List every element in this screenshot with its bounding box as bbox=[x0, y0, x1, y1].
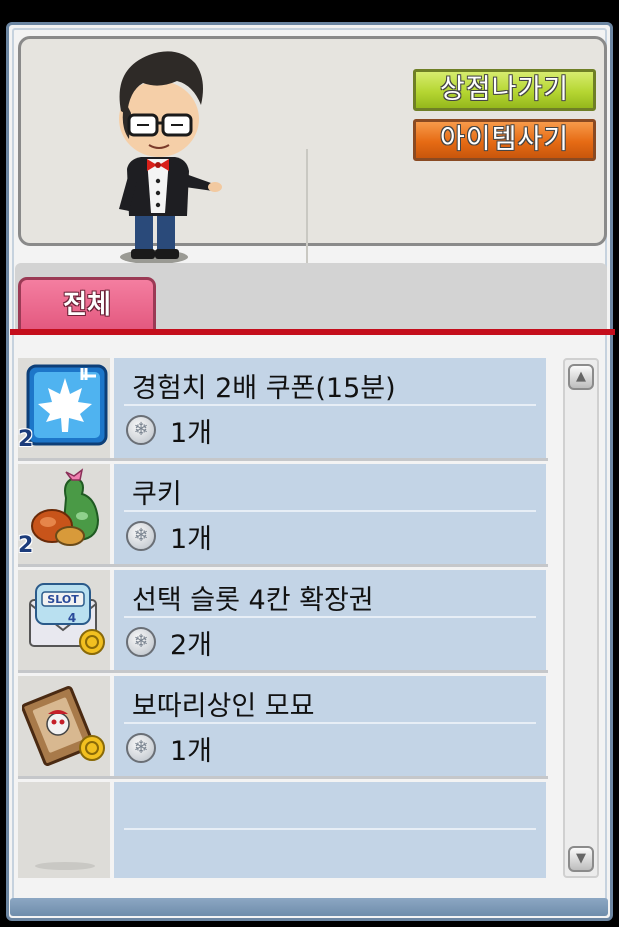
empty-slot-shadow bbox=[35, 862, 95, 870]
tab-underline bbox=[10, 329, 615, 335]
list-item-empty bbox=[18, 782, 548, 878]
window-bottom-bar bbox=[10, 898, 608, 916]
svg-text:4: 4 bbox=[68, 611, 76, 625]
item-icon-cell bbox=[18, 782, 110, 878]
item-info: 쿠키 1개 bbox=[114, 464, 546, 564]
scroll-down-button[interactable]: ▼ bbox=[568, 846, 594, 872]
item-name: 경험치 2배 쿠폰(15분) bbox=[132, 373, 396, 404]
list-item[interactable]: 보따리상인 모묘 1개 bbox=[18, 676, 548, 779]
npc-character-sprite bbox=[119, 51, 222, 264]
list-item[interactable]: 2 경험치 2배 쿠폰(15분) 1개 bbox=[18, 358, 548, 461]
scroll-up-button[interactable]: ▲ bbox=[568, 364, 594, 390]
coin-icon bbox=[126, 521, 156, 551]
maple-leaf-coupon-icon bbox=[26, 364, 108, 446]
npc-panel-divider bbox=[306, 149, 308, 269]
item-info: 보따리상인 모묘 1개 bbox=[114, 676, 546, 776]
item-name: 쿠키 bbox=[132, 479, 182, 510]
item-name: 보따리상인 모묘 bbox=[132, 691, 315, 722]
npc-panel: 상점나가기 아이템사기 bbox=[18, 36, 607, 269]
item-price: 2개 bbox=[126, 622, 212, 662]
item-info: 경험치 2배 쿠폰(15분) 1개 bbox=[114, 358, 546, 458]
item-price: 1개 bbox=[126, 728, 212, 768]
list-item[interactable]: 2 쿠키 1개 bbox=[18, 464, 548, 567]
buy-item-button[interactable]: 아이템사기 bbox=[413, 119, 596, 161]
item-count-badge: 2 bbox=[18, 533, 34, 558]
exit-shop-button[interactable]: 상점나가기 bbox=[413, 69, 596, 111]
cookie-bag-icon bbox=[31, 468, 100, 546]
item-info bbox=[114, 782, 546, 878]
item-info: 선택 슬롯 4칸 확장권 2개 bbox=[114, 570, 546, 670]
item-price-qty: 1개 bbox=[170, 523, 213, 555]
coin-icon bbox=[126, 627, 156, 657]
item-count-badge: 2 bbox=[18, 427, 34, 452]
scrollbar[interactable]: ▲ ▼ bbox=[563, 358, 599, 878]
coin-icon bbox=[126, 733, 156, 763]
list-item[interactable]: SLOT 4 선택 슬롯 4칸 확장권 2개 bbox=[18, 570, 548, 673]
item-icon-cell: SLOT 4 bbox=[18, 570, 110, 670]
item-price-qty: 2개 bbox=[170, 629, 213, 661]
coin-icon bbox=[126, 415, 156, 445]
item-icon-cell bbox=[18, 676, 110, 776]
item-icon-cell: 2 bbox=[18, 464, 110, 564]
svg-text:SLOT: SLOT bbox=[47, 593, 79, 606]
item-list: 2 경험치 2배 쿠폰(15분) 1개 2 쿠키 bbox=[18, 358, 548, 878]
item-price-qty: 1개 bbox=[170, 417, 213, 449]
slot-expansion-ticket-icon: SLOT 4 bbox=[29, 583, 105, 655]
tab-all[interactable]: 전체 bbox=[18, 277, 156, 333]
item-icon-cell: 2 bbox=[18, 358, 110, 458]
item-price-qty: 1개 bbox=[170, 735, 213, 767]
item-price: 1개 bbox=[126, 516, 212, 556]
item-name: 선택 슬롯 4칸 확장권 bbox=[132, 585, 374, 616]
item-price: 1개 bbox=[126, 410, 212, 450]
merchant-card-icon bbox=[22, 685, 105, 766]
